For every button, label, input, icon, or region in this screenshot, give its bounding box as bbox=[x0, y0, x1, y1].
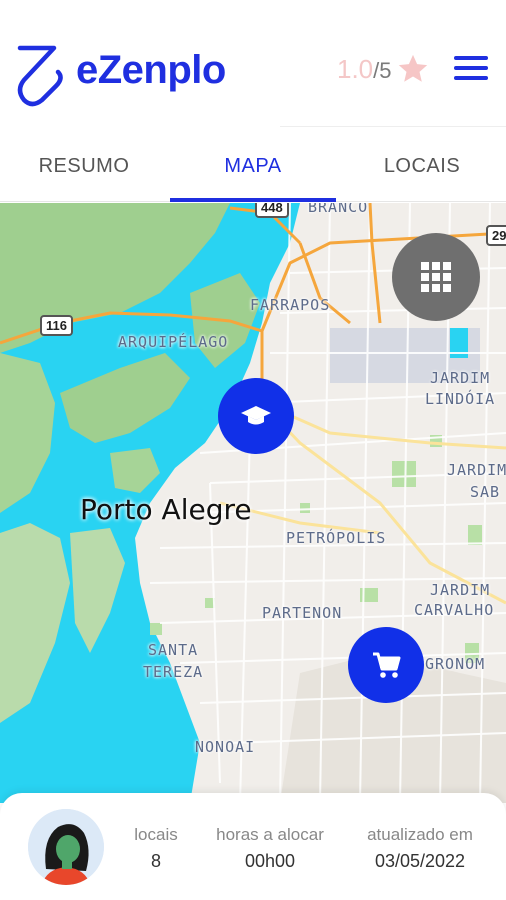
map-label-branco: BRANCO bbox=[308, 203, 369, 216]
tab-resumo[interactable]: RESUMO bbox=[0, 130, 168, 202]
rating-display: 1.0/5 bbox=[337, 54, 392, 85]
map-pin-shopping[interactable] bbox=[348, 627, 424, 703]
app-header: eZenplo 1.0/5 bbox=[0, 0, 506, 130]
map-label-santa-tereza-2: TEREZA bbox=[143, 663, 204, 681]
rating-value: 1.0 bbox=[337, 54, 374, 84]
stat-horas-label: horas a alocar bbox=[216, 825, 324, 844]
stat-horas-value: 00h00 bbox=[244, 851, 296, 871]
stat-atualizado-label: atualizado em bbox=[367, 825, 473, 844]
map-label-petropolis: PETRÓPOLIS bbox=[286, 529, 387, 547]
graduation-cap-icon bbox=[241, 406, 271, 425]
summary-panel: locais 8 horas a alocar 00h00 atualizado… bbox=[0, 793, 506, 900]
tab-locais[interactable]: LOCAIS bbox=[338, 130, 506, 202]
hamburger-menu-icon[interactable] bbox=[454, 56, 488, 82]
apps-grid-button[interactable] bbox=[392, 233, 480, 321]
map-label-jardim-sab-1: JARDIM bbox=[447, 461, 506, 479]
map-label-jardim-lindoia-2: LINDÓIA bbox=[425, 390, 496, 408]
map-label-partenon: PARTENON bbox=[262, 604, 343, 622]
map-pin-school[interactable] bbox=[218, 378, 294, 454]
road-shield-448: 448 bbox=[255, 203, 289, 218]
road-shield-116: 116 bbox=[40, 315, 73, 336]
map-label-jardim-sab-2: SAB bbox=[470, 483, 501, 501]
user-avatar[interactable] bbox=[28, 809, 104, 885]
stat-locais-value: 8 bbox=[150, 851, 161, 871]
map-label-jardim-carvalho-1: JARDIM bbox=[430, 581, 491, 599]
star-icon bbox=[398, 54, 428, 82]
app-name: eZenplo bbox=[76, 48, 226, 92]
tab-bar: RESUMO MAPA LOCAIS bbox=[0, 130, 506, 202]
map-label-jardim-lindoia-1: JARDIM bbox=[430, 369, 491, 387]
stat-locais: locais 8 bbox=[128, 825, 184, 872]
logo-icon bbox=[17, 45, 63, 107]
stat-horas: horas a alocar 00h00 bbox=[205, 825, 335, 872]
stat-locais-label: locais bbox=[134, 825, 178, 844]
rating-suffix: /5 bbox=[373, 58, 392, 83]
map-label-jardim-carvalho-2: CARVALHO bbox=[414, 601, 495, 619]
shopping-cart-icon bbox=[373, 652, 401, 678]
active-tab-indicator bbox=[170, 198, 336, 202]
header-divider bbox=[280, 126, 506, 127]
avatar-illustration-icon bbox=[28, 809, 104, 885]
map-label-city: Porto Alegre bbox=[80, 493, 252, 526]
map-label-agronomia: GRONOM bbox=[425, 655, 486, 673]
grid-icon bbox=[421, 262, 451, 292]
stat-atualizado: atualizado em 03/05/2022 bbox=[355, 825, 485, 872]
map-label-arquipelago: ARQUIPÉLAGO bbox=[118, 333, 229, 351]
tab-mapa[interactable]: MAPA bbox=[169, 130, 337, 202]
map-view[interactable]: BRANCO FARRAPOS ARQUIPÉLAGO JARDIM LINDÓ… bbox=[0, 203, 506, 803]
map-label-nonoai: NONOAI bbox=[195, 738, 256, 756]
map-label-farrapos: FARRAPOS bbox=[250, 296, 331, 314]
road-shield-290: 29 bbox=[486, 225, 506, 246]
stat-atualizado-value: 03/05/2022 bbox=[374, 851, 466, 871]
map-label-santa-tereza-1: SANTA bbox=[148, 641, 199, 659]
